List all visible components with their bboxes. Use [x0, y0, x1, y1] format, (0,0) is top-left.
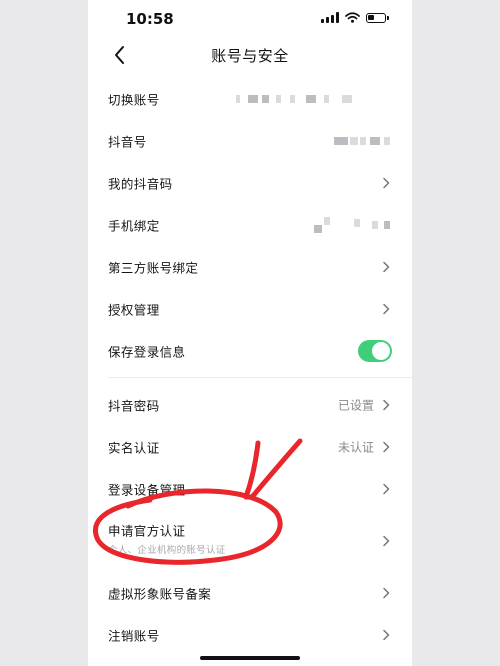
- redacted-text: [276, 95, 281, 103]
- row-label: 第三方账号绑定: [108, 260, 199, 276]
- nav-bar: 账号与安全: [88, 38, 412, 72]
- signal-icon: [321, 12, 339, 23]
- redacted-text: [370, 137, 380, 145]
- row-official-certification[interactable]: 申请官方认证: [88, 514, 412, 568]
- chevron-right-icon: [383, 177, 390, 189]
- row-label: 抖音号: [108, 134, 147, 150]
- row-third-party-binding[interactable]: 第三方账号绑定: [88, 246, 412, 288]
- redacted-text: [324, 95, 329, 103]
- redacted-text: [290, 95, 295, 103]
- status-time: 10:58: [126, 10, 174, 28]
- row-save-login-info: 保存登录信息: [88, 330, 412, 372]
- chevron-right-icon: [383, 441, 390, 453]
- row-my-qr-code[interactable]: 我的抖音码: [88, 162, 412, 204]
- official-cert-description: 个人、企业机构的账号认证: [108, 545, 226, 556]
- row-douyin-id[interactable]: 抖音号: [88, 120, 412, 162]
- row-device-management[interactable]: 登录设备管理: [88, 468, 412, 510]
- row-label: 申请官方认证: [108, 523, 186, 539]
- row-cancel-account[interactable]: 注销账号: [88, 614, 412, 656]
- redacted-text: [350, 137, 358, 145]
- page-title: 账号与安全: [211, 47, 289, 65]
- chevron-right-icon: [383, 483, 390, 495]
- row-label: 切换账号: [108, 92, 160, 108]
- redacted-text: [384, 221, 390, 229]
- battery-icon: [366, 12, 389, 23]
- row-real-name[interactable]: 实名认证 未认证: [88, 426, 412, 468]
- redacted-text: [342, 95, 352, 103]
- status-icons: [321, 12, 389, 23]
- chevron-right-icon: [383, 261, 390, 273]
- redacted-text: [360, 137, 366, 145]
- row-label: 手机绑定: [108, 218, 160, 234]
- section-divider: [108, 377, 412, 378]
- status-bar: 10:58: [88, 0, 412, 40]
- redacted-text: [324, 217, 330, 225]
- row-label: 我的抖音码: [108, 176, 173, 192]
- row-label: 注销账号: [108, 628, 160, 644]
- row-switch-account[interactable]: 切换账号: [88, 78, 412, 120]
- row-label: 实名认证: [108, 440, 160, 456]
- redacted-text: [236, 95, 240, 103]
- row-virtual-avatar[interactable]: 虚拟形象账号备案: [88, 572, 412, 614]
- chevron-right-icon: [383, 535, 390, 547]
- row-label: 抖音密码: [108, 398, 160, 414]
- real-name-status: 未认证: [337, 440, 374, 455]
- redacted-text: [248, 95, 258, 103]
- wifi-icon: [345, 12, 360, 23]
- redacted-text: [354, 219, 360, 227]
- row-label: 授权管理: [108, 302, 160, 318]
- row-label: 虚拟形象账号备案: [108, 586, 212, 602]
- save-login-toggle[interactable]: [358, 340, 392, 362]
- password-status: 已设置: [337, 398, 374, 413]
- row-phone-binding[interactable]: 手机绑定: [88, 204, 412, 246]
- chevron-right-icon: [383, 399, 390, 411]
- redacted-text: [306, 95, 316, 103]
- chevron-right-icon: [383, 629, 390, 641]
- redacted-text: [384, 137, 390, 145]
- redacted-text: [334, 137, 348, 145]
- redacted-text: [372, 221, 378, 229]
- toggle-knob: [372, 342, 390, 360]
- phone-screen: 10:58 账号与安全 切换账号 抖音号 我的抖音码 手机绑定 第三方账号绑定 …: [88, 0, 412, 666]
- home-indicator: [200, 656, 300, 660]
- row-label: 保存登录信息: [108, 344, 186, 360]
- redacted-text: [262, 95, 269, 103]
- chevron-right-icon: [383, 587, 390, 599]
- row-authorization[interactable]: 授权管理: [88, 288, 412, 330]
- redacted-text: [314, 225, 322, 233]
- screenshot: 10:58 账号与安全 切换账号 抖音号 我的抖音码 手机绑定 第三方账号绑定 …: [0, 0, 500, 666]
- row-password[interactable]: 抖音密码 已设置: [88, 384, 412, 426]
- row-label: 登录设备管理: [108, 482, 186, 498]
- chevron-right-icon: [383, 303, 390, 315]
